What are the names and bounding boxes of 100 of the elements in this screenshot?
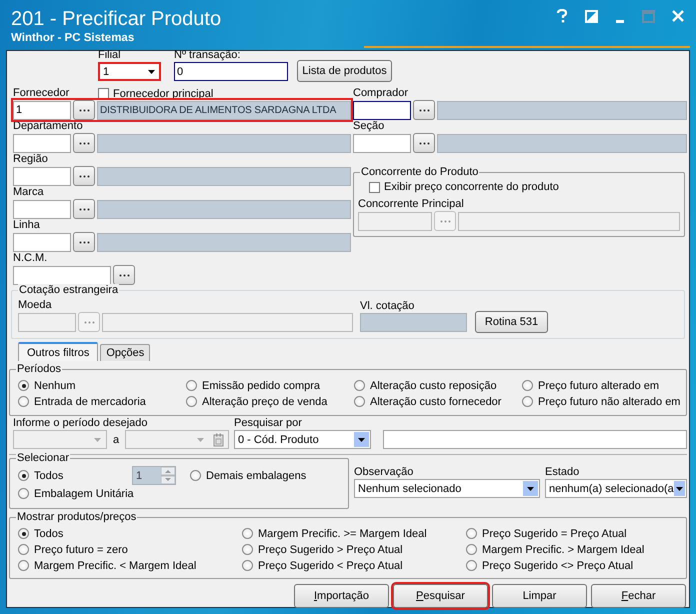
window-subtitle: Winthor - PC Sistemas — [11, 31, 136, 45]
radio-button[interactable] — [466, 560, 477, 571]
browse-button[interactable] — [413, 100, 435, 120]
product-list-button[interactable]: Lista de produtos — [297, 60, 392, 82]
code-input[interactable] — [13, 134, 71, 152]
radio-option[interactable]: Entrada de mercadoria — [18, 395, 186, 408]
radio-option[interactable]: Preço Sugerido > Preço Atual — [242, 543, 466, 556]
field-label: Vl. cotação — [360, 300, 416, 313]
code-input[interactable] — [353, 134, 411, 152]
radio-button[interactable] — [18, 470, 29, 481]
checkbox-option[interactable]: Fornecedor principal — [98, 88, 214, 100]
field-label: Pesquisar por — [234, 417, 303, 430]
branch-dropdown[interactable]: 1 — [98, 62, 161, 81]
window-title: 201 - Precificar Produto — [11, 8, 222, 30]
range-separator: a — [112, 434, 120, 446]
observation-dropdown[interactable]: Nenhum selecionado — [354, 479, 540, 498]
code-input[interactable] — [13, 232, 71, 252]
code-input[interactable] — [13, 166, 71, 186]
browse-button[interactable] — [73, 232, 95, 252]
radio-option[interactable]: Margem Precific. > Margem Ideal — [466, 543, 686, 556]
ellipsis-icon — [84, 320, 94, 324]
radio-option[interactable]: Alteração preço de venda — [186, 395, 354, 408]
radio-option[interactable]: Margem Precific. < Margem Ideal — [18, 559, 242, 572]
ellipsis-icon — [78, 208, 90, 210]
radio-option[interactable]: Margem Precific. >= Margem Ideal — [242, 527, 466, 540]
ellipsis-icon — [78, 240, 90, 244]
transaction-input[interactable]: 0 — [174, 62, 288, 81]
browse-button[interactable] — [73, 199, 95, 219]
browse-button[interactable] — [73, 100, 95, 120]
radio-option[interactable]: Emissão pedido compra — [186, 379, 354, 392]
dropdown-arrow-icon — [357, 436, 366, 442]
code-input[interactable] — [13, 200, 71, 218]
field-label: Seção — [353, 120, 384, 133]
action-button[interactable]: Pesquisar — [393, 584, 488, 608]
field-label: Moeda — [18, 299, 53, 312]
radio-button[interactable] — [18, 488, 29, 499]
dropdown-arrow-icon — [93, 436, 102, 442]
quantity-spinner[interactable]: 1 — [132, 466, 176, 485]
radio-option[interactable]: Nenhum — [18, 379, 186, 392]
radio-option[interactable]: Embalagem Unitária — [18, 487, 340, 500]
help-icon[interactable] — [556, 9, 568, 23]
ellipsis-icon — [118, 274, 130, 276]
dropdown-arrow-icon — [147, 68, 156, 74]
radio-button[interactable] — [18, 380, 29, 391]
radio-option[interactable]: Preço Sugerido = Preço Atual — [466, 527, 686, 540]
browse-button[interactable] — [113, 265, 135, 285]
close-icon[interactable] — [672, 10, 684, 22]
action-button[interactable]: Importação — [294, 584, 389, 608]
radio-button[interactable] — [242, 560, 253, 571]
field-label: Informe o período desejado — [13, 417, 149, 430]
radio-button[interactable] — [18, 560, 29, 571]
radio-button[interactable] — [186, 396, 197, 407]
radio-button[interactable] — [466, 544, 477, 555]
group-title: Mostrar produtos/preços — [16, 511, 138, 524]
radio-option[interactable]: Preço futuro não alterado em — [522, 395, 682, 408]
dropdown-arrow-icon — [526, 486, 535, 492]
radio-option[interactable]: Alteração custo fornecedor — [354, 395, 522, 408]
field-label: Departamento — [13, 120, 84, 133]
code-input[interactable] — [353, 100, 411, 120]
split-square-icon[interactable] — [585, 10, 598, 22]
radio-button[interactable] — [18, 396, 29, 407]
ellipsis-icon — [418, 108, 430, 112]
search-input[interactable] — [383, 430, 687, 449]
radio-button[interactable] — [354, 396, 365, 407]
state-dropdown[interactable]: nenhum(a) selecionado(a — [545, 479, 687, 498]
code-input[interactable]: 1 — [13, 100, 71, 120]
radio-button[interactable] — [522, 380, 533, 391]
radio-option[interactable]: Preço futuro = zero — [18, 543, 242, 556]
checkbox[interactable] — [98, 88, 109, 99]
radio-option[interactable]: Todos — [18, 469, 132, 482]
radio-option[interactable]: Alteração custo reposição — [354, 379, 522, 392]
action-button[interactable]: Fechar — [591, 584, 686, 608]
action-button[interactable]: Limpar — [492, 584, 587, 608]
radio-option[interactable]: Todos — [18, 527, 242, 540]
browse-button[interactable] — [73, 133, 95, 153]
ellipsis-icon — [418, 142, 430, 144]
ncm-input[interactable] — [13, 266, 111, 284]
radio-button[interactable] — [18, 528, 29, 539]
browse-button[interactable] — [73, 166, 95, 186]
field-label: Fornecedor — [13, 87, 70, 100]
radio-button[interactable] — [190, 470, 201, 481]
radio-button[interactable] — [18, 544, 29, 555]
search-by-dropdown[interactable]: 0 - Cód. Produto — [234, 430, 372, 449]
field-label: Concorrente Principal — [358, 198, 465, 211]
radio-button[interactable] — [242, 544, 253, 555]
radio-button[interactable] — [522, 396, 533, 407]
tab[interactable]: Outros filtros — [18, 342, 98, 361]
ellipsis-icon — [440, 220, 450, 222]
radio-button[interactable] — [242, 528, 253, 539]
radio-option[interactable]: Preço futuro alterado em — [522, 379, 682, 392]
radio-option[interactable]: Preço Sugerido <> Preço Atual — [466, 559, 686, 572]
radio-option[interactable]: Preço Sugerido < Preço Atual — [242, 559, 466, 572]
field-label: Linha — [13, 219, 41, 232]
radio-button[interactable] — [186, 380, 197, 391]
tab[interactable]: Opções — [100, 344, 150, 361]
radio-button[interactable] — [354, 380, 365, 391]
field-label: Estado — [545, 466, 580, 479]
browse-button[interactable] — [413, 133, 435, 153]
radio-button[interactable] — [466, 528, 477, 539]
radio-option[interactable]: Demais embalagens — [190, 469, 340, 482]
